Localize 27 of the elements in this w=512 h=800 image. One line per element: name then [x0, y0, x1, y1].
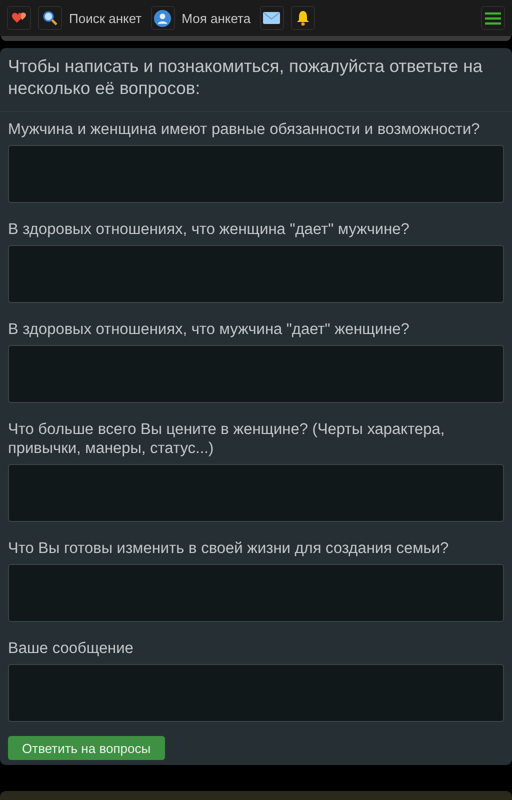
- answer-field[interactable]: [8, 345, 504, 403]
- answer-field[interactable]: [8, 145, 504, 203]
- form-intro: Чтобы написать и познакомиться, пожалуйста ответьте на несколько её вопросов:: [0, 48, 512, 112]
- menu-button[interactable]: [481, 6, 505, 30]
- avatar-icon: [154, 10, 172, 26]
- envelope-icon: [263, 12, 280, 24]
- hearts-icon: [11, 11, 27, 25]
- answer-field[interactable]: [8, 245, 504, 303]
- bell-icon: [296, 10, 310, 26]
- question-label: В здоровых отношениях, что женщина "дает" мужчине?: [8, 220, 410, 239]
- answer-field[interactable]: [8, 464, 504, 522]
- question-label: Мужчина и женщина имеют равные обязанности и возможности?: [8, 120, 481, 139]
- search-button[interactable]: [38, 6, 62, 30]
- answer-field[interactable]: [8, 564, 504, 622]
- answer-field[interactable]: [8, 664, 504, 722]
- nav-link[interactable]: Моя анкета: [182, 10, 251, 26]
- notifications-button[interactable]: [290, 6, 315, 30]
- question-label: Ваше сообщение: [8, 639, 134, 658]
- search-icon: [42, 10, 58, 26]
- menu-icon: [485, 12, 501, 24]
- profile-button[interactable]: [150, 6, 175, 30]
- question-label: Что Вы готовы изменить в своей жизни для создания семьи?: [8, 539, 450, 558]
- favorites-button[interactable]: [7, 6, 31, 30]
- question-label: В здоровых отношениях, что мужчина "дает" женщине?: [8, 320, 410, 339]
- messages-button[interactable]: [260, 6, 284, 30]
- question-label: Что больше всего Вы цените в женщине? (Черты характера, привычки, манеры, статус...): [8, 420, 446, 458]
- nav-link[interactable]: Поиск анкет: [69, 10, 142, 26]
